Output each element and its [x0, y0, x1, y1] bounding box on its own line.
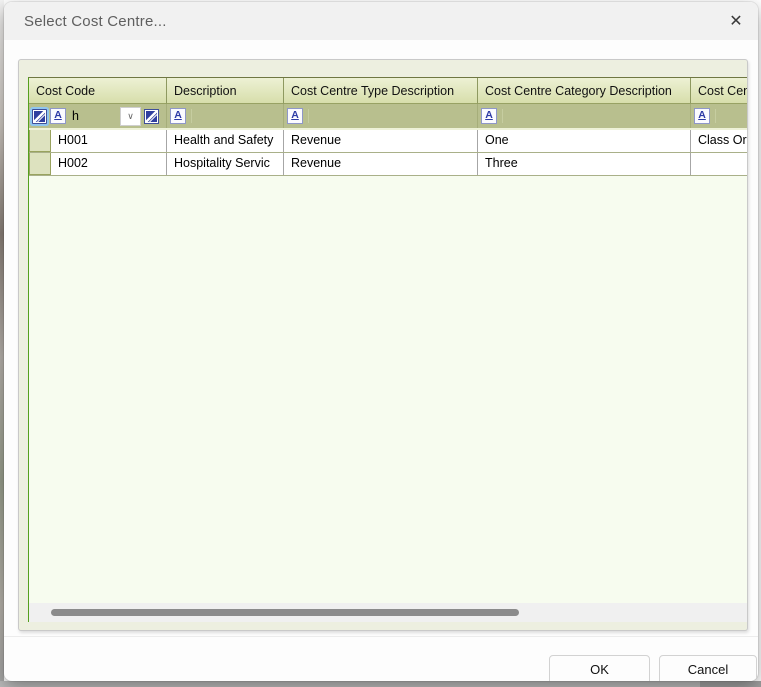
cell-category-description[interactable]: One: [478, 130, 691, 152]
horizontal-scrollbar[interactable]: [29, 603, 747, 622]
filter-dropdown-chevron-icon[interactable]: ∨: [120, 107, 141, 126]
filter-cell-description[interactable]: A: [167, 104, 284, 128]
column-header-cost-code[interactable]: Cost Code: [29, 78, 167, 104]
diagonal-filter-glyph: [146, 111, 157, 122]
column-header-category-description[interactable]: Cost Centre Category Description: [478, 78, 691, 104]
grid-panel: Cost Code Description Cost Centre Type D…: [18, 59, 748, 631]
column-header-description[interactable]: Description: [167, 78, 284, 104]
filter-row: A h ∨ A: [29, 104, 747, 130]
filter-caret-divider: [715, 109, 716, 123]
cost-centre-grid: Cost Code Description Cost Centre Type D…: [28, 77, 747, 622]
cell-type-description[interactable]: Revenue: [284, 130, 478, 152]
ok-button[interactable]: OK: [549, 655, 650, 681]
cell-cost-code[interactable]: H001: [51, 130, 167, 152]
clear-filter-icon[interactable]: [32, 109, 47, 124]
background-bottom-strip: [0, 681, 761, 687]
close-icon[interactable]: ✕: [724, 10, 748, 32]
cell-description[interactable]: Health and Safety: [167, 130, 284, 152]
filter-caret-divider: [191, 109, 192, 123]
cell-cost-code[interactable]: H002: [51, 153, 167, 175]
diagonal-filter-glyph: [34, 111, 45, 122]
horizontal-scrollbar-thumb[interactable]: [51, 609, 519, 616]
dialog-title: Select Cost Centre...: [24, 13, 167, 30]
select-cost-centre-dialog: Select Cost Centre... ✕ Cost Code Descri…: [4, 2, 758, 681]
text-filter-icon[interactable]: A: [170, 108, 186, 124]
cell-category-description[interactable]: Three: [478, 153, 691, 175]
background-bottom-strip-right: [700, 681, 761, 687]
header-row: Cost Code Description Cost Centre Type D…: [29, 78, 747, 104]
filter-cell-cost-centre[interactable]: A: [691, 104, 747, 128]
footer-divider: [4, 636, 758, 637]
table-row[interactable]: H002 Hospitality Servic Revenue Three: [29, 153, 747, 176]
column-header-type-description[interactable]: Cost Centre Type Description: [284, 78, 478, 104]
filter-caret-divider: [502, 109, 503, 123]
cell-cost-centre[interactable]: Class Or: [691, 130, 747, 152]
filter-cell-category-description[interactable]: A: [478, 104, 691, 128]
cell-cost-centre[interactable]: [691, 153, 747, 175]
text-filter-icon[interactable]: A: [481, 108, 497, 124]
cell-type-description[interactable]: Revenue: [284, 153, 478, 175]
text-filter-icon[interactable]: A: [50, 108, 66, 124]
text-filter-icon[interactable]: A: [287, 108, 303, 124]
edit-filter-icon[interactable]: [144, 109, 159, 124]
row-selector[interactable]: [29, 153, 51, 175]
filter-cell-type-description[interactable]: A: [284, 104, 478, 128]
cell-description[interactable]: Hospitality Servic: [167, 153, 284, 175]
table-row[interactable]: H001 Health and Safety Revenue One Class…: [29, 130, 747, 153]
grid-columns-container: Cost Code Description Cost Centre Type D…: [29, 78, 747, 176]
row-selector[interactable]: [29, 130, 51, 152]
title-bar: Select Cost Centre... ✕: [4, 2, 758, 40]
cancel-button[interactable]: Cancel: [659, 655, 757, 681]
filter-input-cost-code[interactable]: h: [72, 109, 117, 123]
column-header-cost-centre[interactable]: Cost Cen: [691, 78, 747, 104]
filter-cell-cost-code[interactable]: A h ∨: [29, 104, 167, 128]
filter-caret-divider: [308, 109, 309, 123]
text-filter-icon[interactable]: A: [694, 108, 710, 124]
